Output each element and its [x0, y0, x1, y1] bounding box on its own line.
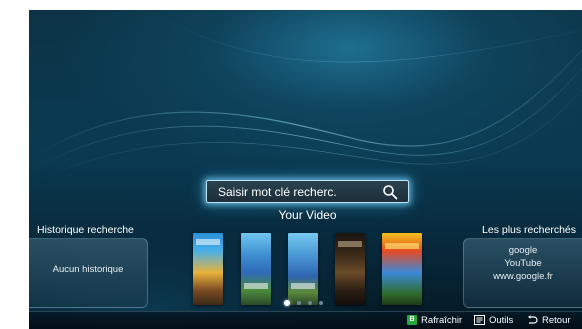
tools-hint[interactable]: Outils	[474, 315, 513, 327]
history-title: Historique recherche	[37, 224, 134, 236]
refresh-hint[interactable]: B Rafraîchir	[407, 315, 462, 327]
popular-title: Les plus recherchés	[482, 224, 576, 236]
tv-screen: Saisir mot clé recherc. Your Video Histo…	[29, 10, 582, 329]
section-title: Your Video	[278, 208, 337, 222]
page-dot[interactable]	[297, 301, 301, 305]
popular-list: google YouTube www.google.fr	[464, 244, 582, 283]
popular-item[interactable]: google	[464, 244, 582, 257]
page-dot-active[interactable]	[284, 300, 290, 306]
popular-panel: google YouTube www.google.fr	[463, 238, 582, 308]
popular-item[interactable]: www.google.fr	[464, 270, 582, 283]
bottom-bar: B Rafraîchir Outils Retour	[29, 311, 582, 329]
history-panel[interactable]: Aucun historique	[29, 238, 148, 308]
history-empty-text: Aucun historique	[52, 264, 124, 275]
page-dot[interactable]	[319, 301, 323, 305]
back-hint[interactable]: Retour	[527, 315, 571, 327]
search-placeholder: Saisir mot clé recherc.	[218, 185, 337, 199]
search-icon[interactable]	[382, 184, 398, 200]
tools-icon	[474, 315, 485, 326]
popular-item[interactable]: YouTube	[464, 257, 582, 270]
video-thumbnail[interactable]	[335, 233, 365, 305]
video-thumbnail[interactable]	[382, 233, 422, 305]
page-indicator	[284, 300, 334, 307]
video-thumbnail[interactable]	[288, 233, 318, 305]
green-b-key-icon: B	[407, 315, 417, 326]
search-input[interactable]: Saisir mot clé recherc.	[206, 180, 409, 203]
video-thumbnail[interactable]	[241, 233, 271, 305]
refresh-label: Rafraîchir	[421, 315, 463, 326]
page-dot[interactable]	[308, 301, 312, 305]
back-label: Retour	[542, 315, 571, 326]
tools-label: Outils	[489, 315, 514, 326]
return-arrow-icon	[528, 315, 538, 325]
video-carousel	[193, 233, 428, 307]
video-thumbnail[interactable]	[193, 233, 223, 305]
